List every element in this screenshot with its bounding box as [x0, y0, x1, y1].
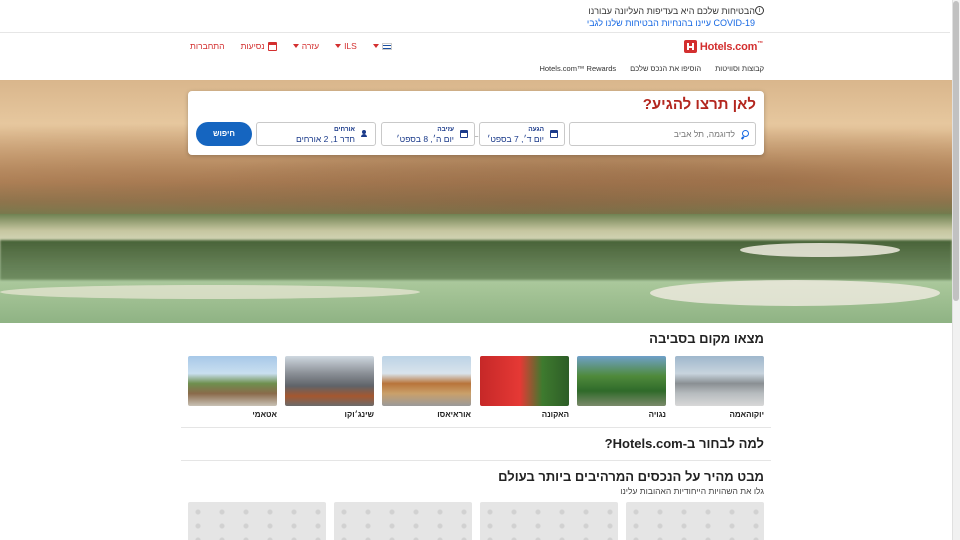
logo-text: Hotels.com™ — [699, 40, 763, 53]
destination-image — [480, 356, 569, 406]
destination-placeholder: לדוגמה, תל אביב — [673, 129, 735, 139]
sub-navigation: קבוצות וסוויטות הוסיפו את הנכס שלכם Hote… — [539, 64, 764, 73]
checkin-date-field[interactable]: הגעה יום ד׳, 7 בספט׳ ← — [471, 122, 565, 146]
destination-name: שינג׳וקו — [344, 410, 374, 419]
chevron-down-icon — [335, 44, 342, 48]
loading-placeholder-card — [480, 502, 618, 540]
checkout-value: יום ה׳, 8 בספט׳ — [396, 134, 454, 144]
section-divider — [181, 427, 771, 428]
scrollbar-thumb[interactable] — [953, 1, 959, 301]
covid-notice: i הבטיחות שלכם היא בעדיפות העליונה עבורנ… — [0, 0, 950, 33]
checkin-value: יום ד׳, 7 בספט׳ — [487, 134, 544, 144]
destination-tile[interactable]: אוראיאסו — [382, 356, 471, 419]
hero-salt-formation — [740, 243, 900, 257]
destination-name: האקונה — [541, 410, 569, 419]
destination-image — [188, 356, 277, 406]
destination-image — [382, 356, 471, 406]
guests-field[interactable]: אורחים חדר 1, 2 אורחים — [256, 122, 376, 146]
info-icon: i — [755, 6, 764, 15]
guests-label: אורחים — [333, 126, 355, 133]
subnav-groups[interactable]: קבוצות וסוויטות — [715, 64, 764, 73]
hero-salt-formation — [650, 280, 940, 306]
currency-label: ILS — [344, 41, 357, 51]
guests-value: חדר 1, 2 אורחים — [295, 134, 355, 144]
placeholder-pattern — [626, 502, 764, 540]
language-menu[interactable] — [372, 42, 392, 50]
chevron-down-icon — [292, 44, 299, 48]
search-icon — [742, 130, 749, 137]
loading-placeholder-card — [188, 502, 326, 540]
destination-name: אוראיאסו — [437, 410, 471, 419]
calendar-icon — [267, 41, 277, 51]
search-button[interactable]: חיפוש — [196, 122, 252, 146]
header-nav: התחברות נסיעות עזרה ILS — [190, 41, 408, 51]
help-label: עזרה — [301, 41, 320, 51]
trips-label: נסיעות — [240, 41, 265, 51]
chevron-down-icon — [372, 44, 379, 48]
israel-flag-icon — [381, 42, 392, 50]
page-scrollbar[interactable] — [952, 0, 960, 540]
search-title: לאן תרצו להגיע? — [642, 96, 756, 113]
site-header: Hotels.com™ התחברות נסיעות עזרה ILS קבוצ… — [0, 33, 950, 80]
placeholder-pattern — [188, 502, 326, 540]
search-form: לאן תרצו להגיע? לדוגמה, תל אביב הגעה יום… — [188, 91, 764, 155]
destination-tile[interactable]: האקונה — [480, 356, 569, 419]
destination-name: יוקוהאמה — [729, 410, 764, 419]
destination-tile[interactable]: נגויה — [577, 356, 666, 419]
hero-salt-shore — [0, 285, 420, 299]
hotels-logo-icon — [683, 40, 697, 53]
signin-link[interactable]: התחברות — [190, 41, 225, 51]
unique-stays-subtitle: גלו את השהויות הייחודיות האהובות עלינו — [620, 486, 764, 496]
destination-image — [285, 356, 374, 406]
loading-placeholder-card — [626, 502, 764, 540]
help-menu[interactable]: עזרה — [292, 41, 320, 51]
checkout-date-field[interactable]: עזיבה יום ה׳, 8 בספט׳ — [381, 122, 475, 146]
hotels-logo[interactable]: Hotels.com™ — [683, 40, 763, 53]
checkout-label: עזיבה — [437, 126, 454, 133]
destination-input[interactable]: לדוגמה, תל אביב — [569, 122, 756, 146]
destination-tile[interactable]: שינג׳וקו — [285, 356, 374, 419]
subnav-list-property[interactable]: הוסיפו את הנכס שלכם — [630, 64, 701, 73]
checkin-label: הגעה — [528, 126, 544, 133]
guests-icon — [361, 130, 369, 138]
destination-image — [675, 356, 764, 406]
calendar-icon — [550, 130, 558, 138]
destination-name: אטאמי — [252, 410, 277, 419]
destination-image — [577, 356, 666, 406]
placeholder-pattern — [334, 502, 472, 540]
subnav-rewards[interactable]: Hotels.com™ Rewards — [539, 64, 616, 73]
destination-tile[interactable]: יוקוהאמה — [675, 356, 764, 419]
covid-guidelines-link[interactable]: עיינו בהנחיות הבטיחות שלנו לגבי COVID-19 — [587, 17, 755, 29]
signin-label: התחברות — [190, 41, 225, 51]
destination-name: נגויה — [648, 410, 666, 419]
currency-menu[interactable]: ILS — [335, 41, 357, 51]
calendar-icon — [460, 130, 468, 138]
nearby-destinations: יוקוהאמה נגויה האקונה אוראיאסו שינג׳וקו … — [188, 356, 764, 422]
why-choose-title[interactable]: למה לבחור ב-Hotels.com? — [605, 436, 764, 451]
placeholder-pattern — [480, 502, 618, 540]
nearby-title: מצאו מקום בסביבה — [649, 331, 764, 346]
section-divider — [181, 460, 771, 461]
notice-title: הבטיחות שלכם היא בעדיפות העליונה עבורנו — [588, 6, 755, 16]
unique-stays-title: מבט מהיר על הנכסים המרהיבים ביותר בעולם — [498, 469, 764, 484]
destination-tile[interactable]: אטאמי — [188, 356, 277, 419]
trips-link[interactable]: נסיעות — [241, 41, 277, 51]
loading-placeholder-card — [334, 502, 472, 540]
